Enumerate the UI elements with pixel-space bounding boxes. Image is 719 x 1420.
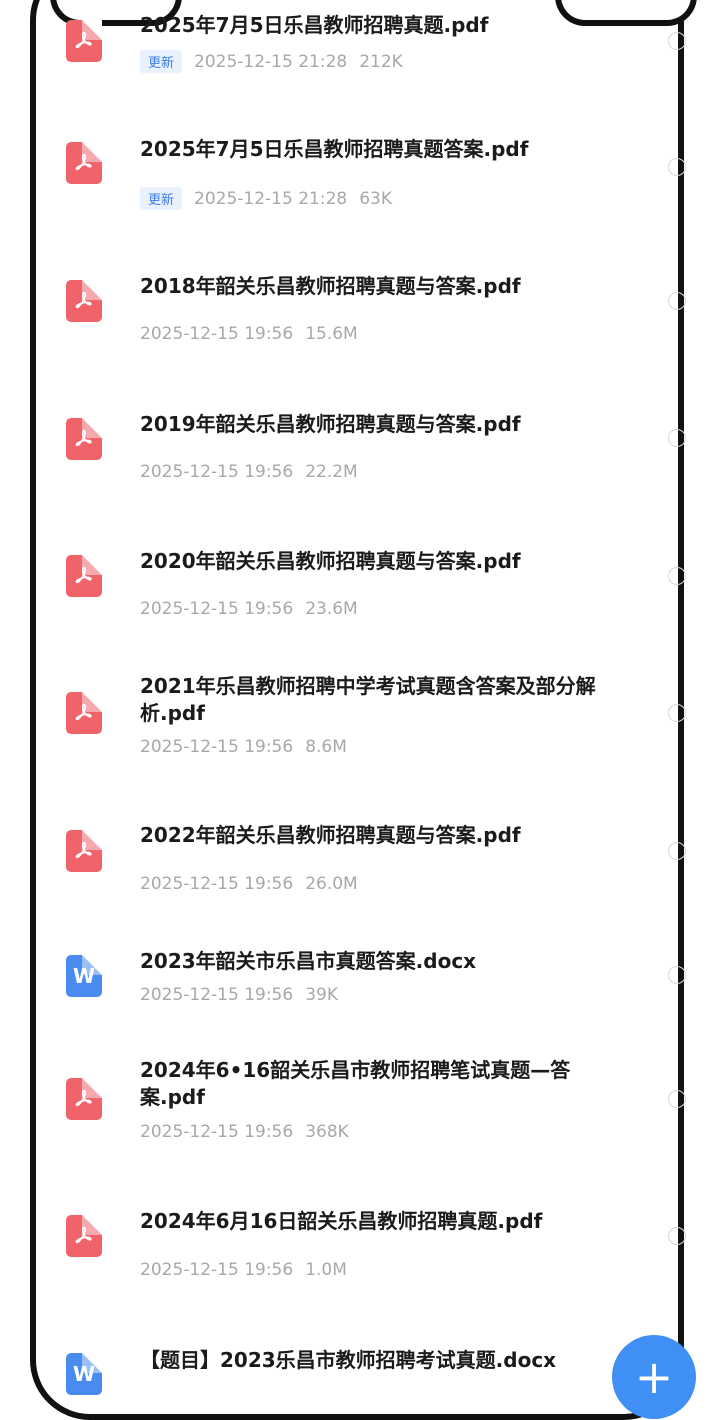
file-date: 2025-12-15 19:56 — [140, 874, 294, 894]
file-name: 2024年6月16日韶关乐昌教师招聘真题.pdf — [140, 1209, 543, 1233]
select-radio[interactable] — [668, 1090, 686, 1108]
file-meta: 2025-12-15 19:56 39K — [140, 985, 338, 1005]
select-radio[interactable] — [668, 292, 686, 310]
file-name: 2023年韶关市乐昌市真题答案.docx — [140, 949, 477, 973]
file-size: 1.0M — [305, 1260, 347, 1280]
file-name: 2019年韶关乐昌教师招聘真题与答案.pdf — [140, 412, 521, 436]
file-size: 8.6M — [305, 737, 347, 757]
pdf-file-icon — [66, 418, 102, 460]
file-date: 2025-12-15 19:56 — [140, 1260, 294, 1280]
pdf-file-icon — [66, 555, 102, 597]
file-date: 2025-12-15 19:56 — [140, 324, 294, 344]
file-date: 2025-12-15 21:28 — [194, 188, 348, 209]
file-date: 2025-12-15 19:56 — [140, 599, 294, 619]
file-meta: 更新 2025-12-15 21:28 212K — [140, 50, 403, 73]
plus-icon: + — [634, 1350, 674, 1404]
file-meta: 2025-12-15 19:56 22.2M — [140, 462, 358, 482]
pdf-file-icon — [66, 1215, 102, 1257]
select-radio[interactable] — [668, 842, 686, 860]
file-name: 2018年韶关乐昌教师招聘真题与答案.pdf — [140, 274, 521, 298]
select-radio[interactable] — [668, 158, 686, 176]
select-radio[interactable] — [668, 704, 686, 722]
pdf-file-icon — [66, 692, 102, 734]
select-radio[interactable] — [668, 1227, 686, 1245]
file-date: 2025-12-15 19:56 — [140, 462, 294, 482]
pdf-file-icon — [66, 830, 102, 872]
file-name: 2025年7月5日乐昌教师招聘真题.pdf — [140, 13, 489, 37]
file-size: 23.6M — [305, 599, 358, 619]
pdf-file-icon — [66, 20, 102, 62]
pdf-file-icon — [66, 280, 102, 322]
pdf-file-icon — [66, 1078, 102, 1120]
file-name: 2024年6•16韶关乐昌市教师招聘笔试真题—答案.pdf — [140, 1058, 571, 1109]
file-size: 39K — [305, 985, 338, 1005]
select-radio[interactable] — [668, 966, 686, 984]
file-name: 2025年7月5日乐昌教师招聘真题答案.pdf — [140, 137, 529, 161]
file-size: 22.2M — [305, 462, 358, 482]
file-date: 2025-12-15 21:28 — [194, 51, 348, 72]
select-radio[interactable] — [668, 32, 686, 50]
file-date: 2025-12-15 19:56 — [140, 1122, 294, 1142]
file-size: 63K — [359, 188, 392, 209]
file-meta: 更新 2025-12-15 21:28 63K — [140, 187, 392, 210]
add-button[interactable]: + — [612, 1335, 696, 1419]
file-date: 2025-12-15 19:56 — [140, 985, 294, 1005]
file-meta: 2025-12-15 19:56 368K — [140, 1122, 349, 1142]
file-meta: 2025-12-15 19:56 23.6M — [140, 599, 358, 619]
pdf-file-icon — [66, 142, 102, 184]
file-size: 15.6M — [305, 324, 358, 344]
file-name: 2020年韶关乐昌教师招聘真题与答案.pdf — [140, 549, 521, 573]
file-name: 2021年乐昌教师招聘中学考试真题含答案及部分解析.pdf — [140, 674, 596, 725]
file-meta: 2025-12-15 19:56 8.6M — [140, 737, 347, 757]
select-radio[interactable] — [668, 567, 686, 585]
file-name: 2022年韶关乐昌教师招聘真题与答案.pdf — [140, 823, 521, 847]
file-meta: 2025-12-15 19:56 26.0M — [140, 874, 358, 894]
file-date: 2025-12-15 19:56 — [140, 737, 294, 757]
file-size: 368K — [305, 1122, 349, 1142]
file-size: 26.0M — [305, 874, 358, 894]
word-file-icon: W — [66, 955, 102, 997]
update-badge: 更新 — [140, 187, 183, 210]
file-size: 212K — [359, 51, 403, 72]
file-meta: 2025-12-15 19:56 15.6M — [140, 324, 358, 344]
word-file-icon: W — [66, 1353, 102, 1395]
update-badge: 更新 — [140, 50, 183, 73]
select-radio[interactable] — [668, 429, 686, 447]
file-name: 【题目】2023乐昌市教师招聘考试真题.docx — [140, 1348, 557, 1372]
file-meta: 2025-12-15 19:56 1.0M — [140, 1260, 347, 1280]
